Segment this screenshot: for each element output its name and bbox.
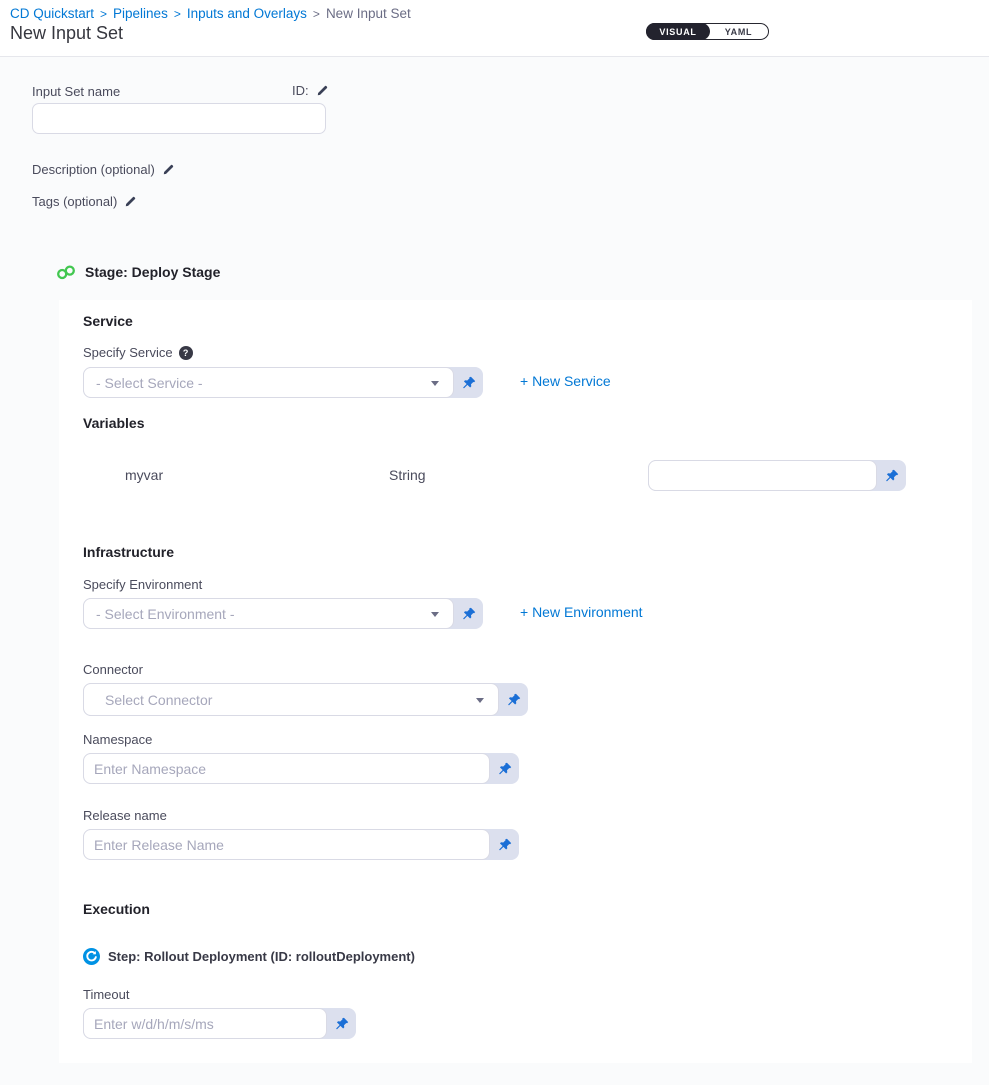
connector-label: Connector bbox=[83, 662, 143, 677]
service-select-group: - Select Service - bbox=[83, 367, 483, 398]
description-row: Description (optional) bbox=[32, 162, 175, 177]
connector-select-group: Select Connector bbox=[83, 683, 528, 716]
pin-icon bbox=[335, 1017, 349, 1031]
pin-icon bbox=[885, 469, 899, 483]
edit-tags-icon[interactable] bbox=[124, 195, 137, 208]
rollout-step-icon bbox=[83, 948, 100, 965]
namespace-field[interactable] bbox=[83, 753, 490, 784]
step-title: Step: Rollout Deployment (ID: rolloutDep… bbox=[108, 949, 415, 964]
variable-name: myvar bbox=[125, 467, 163, 483]
namespace-runtime-pin-button[interactable] bbox=[490, 753, 519, 784]
service-select-placeholder: - Select Service - bbox=[96, 375, 203, 391]
new-service-link[interactable]: + New Service bbox=[520, 373, 611, 389]
connector-runtime-pin-button[interactable] bbox=[499, 683, 528, 716]
environment-select-placeholder: - Select Environment - bbox=[96, 606, 235, 622]
timeout-text: Timeout bbox=[83, 987, 129, 1002]
timeout-input-group bbox=[83, 1008, 356, 1039]
input-set-name-label: Input Set name bbox=[32, 84, 120, 99]
chevron-down-icon bbox=[431, 381, 439, 386]
variable-type: String bbox=[389, 467, 426, 483]
tags-label: Tags (optional) bbox=[32, 194, 117, 209]
timeout-runtime-pin-button[interactable] bbox=[327, 1008, 356, 1039]
stage-form-card: Service Specify Service ? - Select Servi… bbox=[59, 300, 972, 1063]
input-set-name-field[interactable] bbox=[32, 103, 326, 134]
namespace-text: Namespace bbox=[83, 732, 152, 747]
stage-header: Stage: Deploy Stage bbox=[56, 264, 220, 280]
release-name-input-group bbox=[83, 829, 519, 860]
chevron-down-icon bbox=[431, 612, 439, 617]
pin-icon bbox=[462, 607, 476, 621]
release-name-label: Release name bbox=[83, 808, 167, 823]
id-label: ID: bbox=[292, 83, 309, 98]
edit-id-icon[interactable] bbox=[316, 84, 329, 97]
connector-text: Connector bbox=[83, 662, 143, 677]
new-environment-link[interactable]: + New Environment bbox=[520, 604, 643, 620]
timeout-field[interactable] bbox=[83, 1008, 327, 1039]
environment-runtime-pin-button[interactable] bbox=[454, 598, 483, 629]
specify-environment-text: Specify Environment bbox=[83, 577, 202, 592]
variable-value-field[interactable] bbox=[648, 460, 877, 491]
pin-icon bbox=[462, 376, 476, 390]
page-title: New Input Set bbox=[10, 23, 123, 44]
release-name-text: Release name bbox=[83, 808, 167, 823]
connector-select[interactable]: Select Connector bbox=[83, 683, 499, 716]
breadcrumb-link-cd-quickstart[interactable]: CD Quickstart bbox=[10, 6, 94, 21]
service-select[interactable]: - Select Service - bbox=[83, 367, 454, 398]
execution-heading: Execution bbox=[83, 901, 150, 917]
release-runtime-pin-button[interactable] bbox=[490, 829, 519, 860]
tab-yaml[interactable]: YAML bbox=[709, 24, 768, 39]
input-set-id: ID: bbox=[292, 83, 329, 98]
variables-heading: Variables bbox=[83, 415, 145, 431]
breadcrumb-separator: > bbox=[100, 7, 107, 21]
visual-yaml-toggle[interactable]: VISUAL YAML bbox=[646, 23, 769, 40]
breadcrumb-separator: > bbox=[174, 7, 181, 21]
service-heading: Service bbox=[83, 313, 133, 329]
specify-service-row: Specify Service ? bbox=[83, 345, 193, 360]
specify-service-label: Specify Service bbox=[83, 345, 173, 360]
chevron-down-icon bbox=[476, 698, 484, 703]
page-header: CD Quickstart > Pipelines > Inputs and O… bbox=[0, 0, 989, 57]
breadcrumb: CD Quickstart > Pipelines > Inputs and O… bbox=[10, 6, 411, 21]
new-input-set-page: CD Quickstart > Pipelines > Inputs and O… bbox=[0, 0, 989, 1085]
breadcrumb-current: New Input Set bbox=[326, 6, 411, 21]
variable-value-group bbox=[648, 460, 906, 491]
step-header: Step: Rollout Deployment (ID: rolloutDep… bbox=[83, 948, 415, 965]
breadcrumb-link-inputs-and-overlays[interactable]: Inputs and Overlays bbox=[187, 6, 307, 21]
pin-icon bbox=[498, 762, 512, 776]
pin-icon bbox=[507, 693, 521, 707]
specify-environment-label: Specify Environment bbox=[83, 577, 202, 592]
tags-row: Tags (optional) bbox=[32, 194, 137, 209]
breadcrumb-link-pipelines[interactable]: Pipelines bbox=[113, 6, 168, 21]
cd-stage-icon bbox=[56, 265, 76, 280]
tab-visual[interactable]: VISUAL bbox=[646, 23, 710, 40]
help-icon[interactable]: ? bbox=[179, 346, 193, 360]
environment-select-group: - Select Environment - bbox=[83, 598, 483, 629]
stage-title: Stage: Deploy Stage bbox=[85, 264, 220, 280]
variable-row: myvar String bbox=[59, 460, 972, 491]
pin-icon bbox=[498, 838, 512, 852]
edit-description-icon[interactable] bbox=[162, 163, 175, 176]
connector-select-placeholder: Select Connector bbox=[105, 692, 212, 708]
variable-runtime-pin-button[interactable] bbox=[877, 460, 906, 491]
breadcrumb-separator: > bbox=[313, 7, 320, 21]
service-runtime-pin-button[interactable] bbox=[454, 367, 483, 398]
description-label: Description (optional) bbox=[32, 162, 155, 177]
timeout-label: Timeout bbox=[83, 987, 129, 1002]
infrastructure-heading: Infrastructure bbox=[83, 544, 174, 560]
release-name-field[interactable] bbox=[83, 829, 490, 860]
namespace-label: Namespace bbox=[83, 732, 152, 747]
namespace-input-group bbox=[83, 753, 519, 784]
environment-select[interactable]: - Select Environment - bbox=[83, 598, 454, 629]
